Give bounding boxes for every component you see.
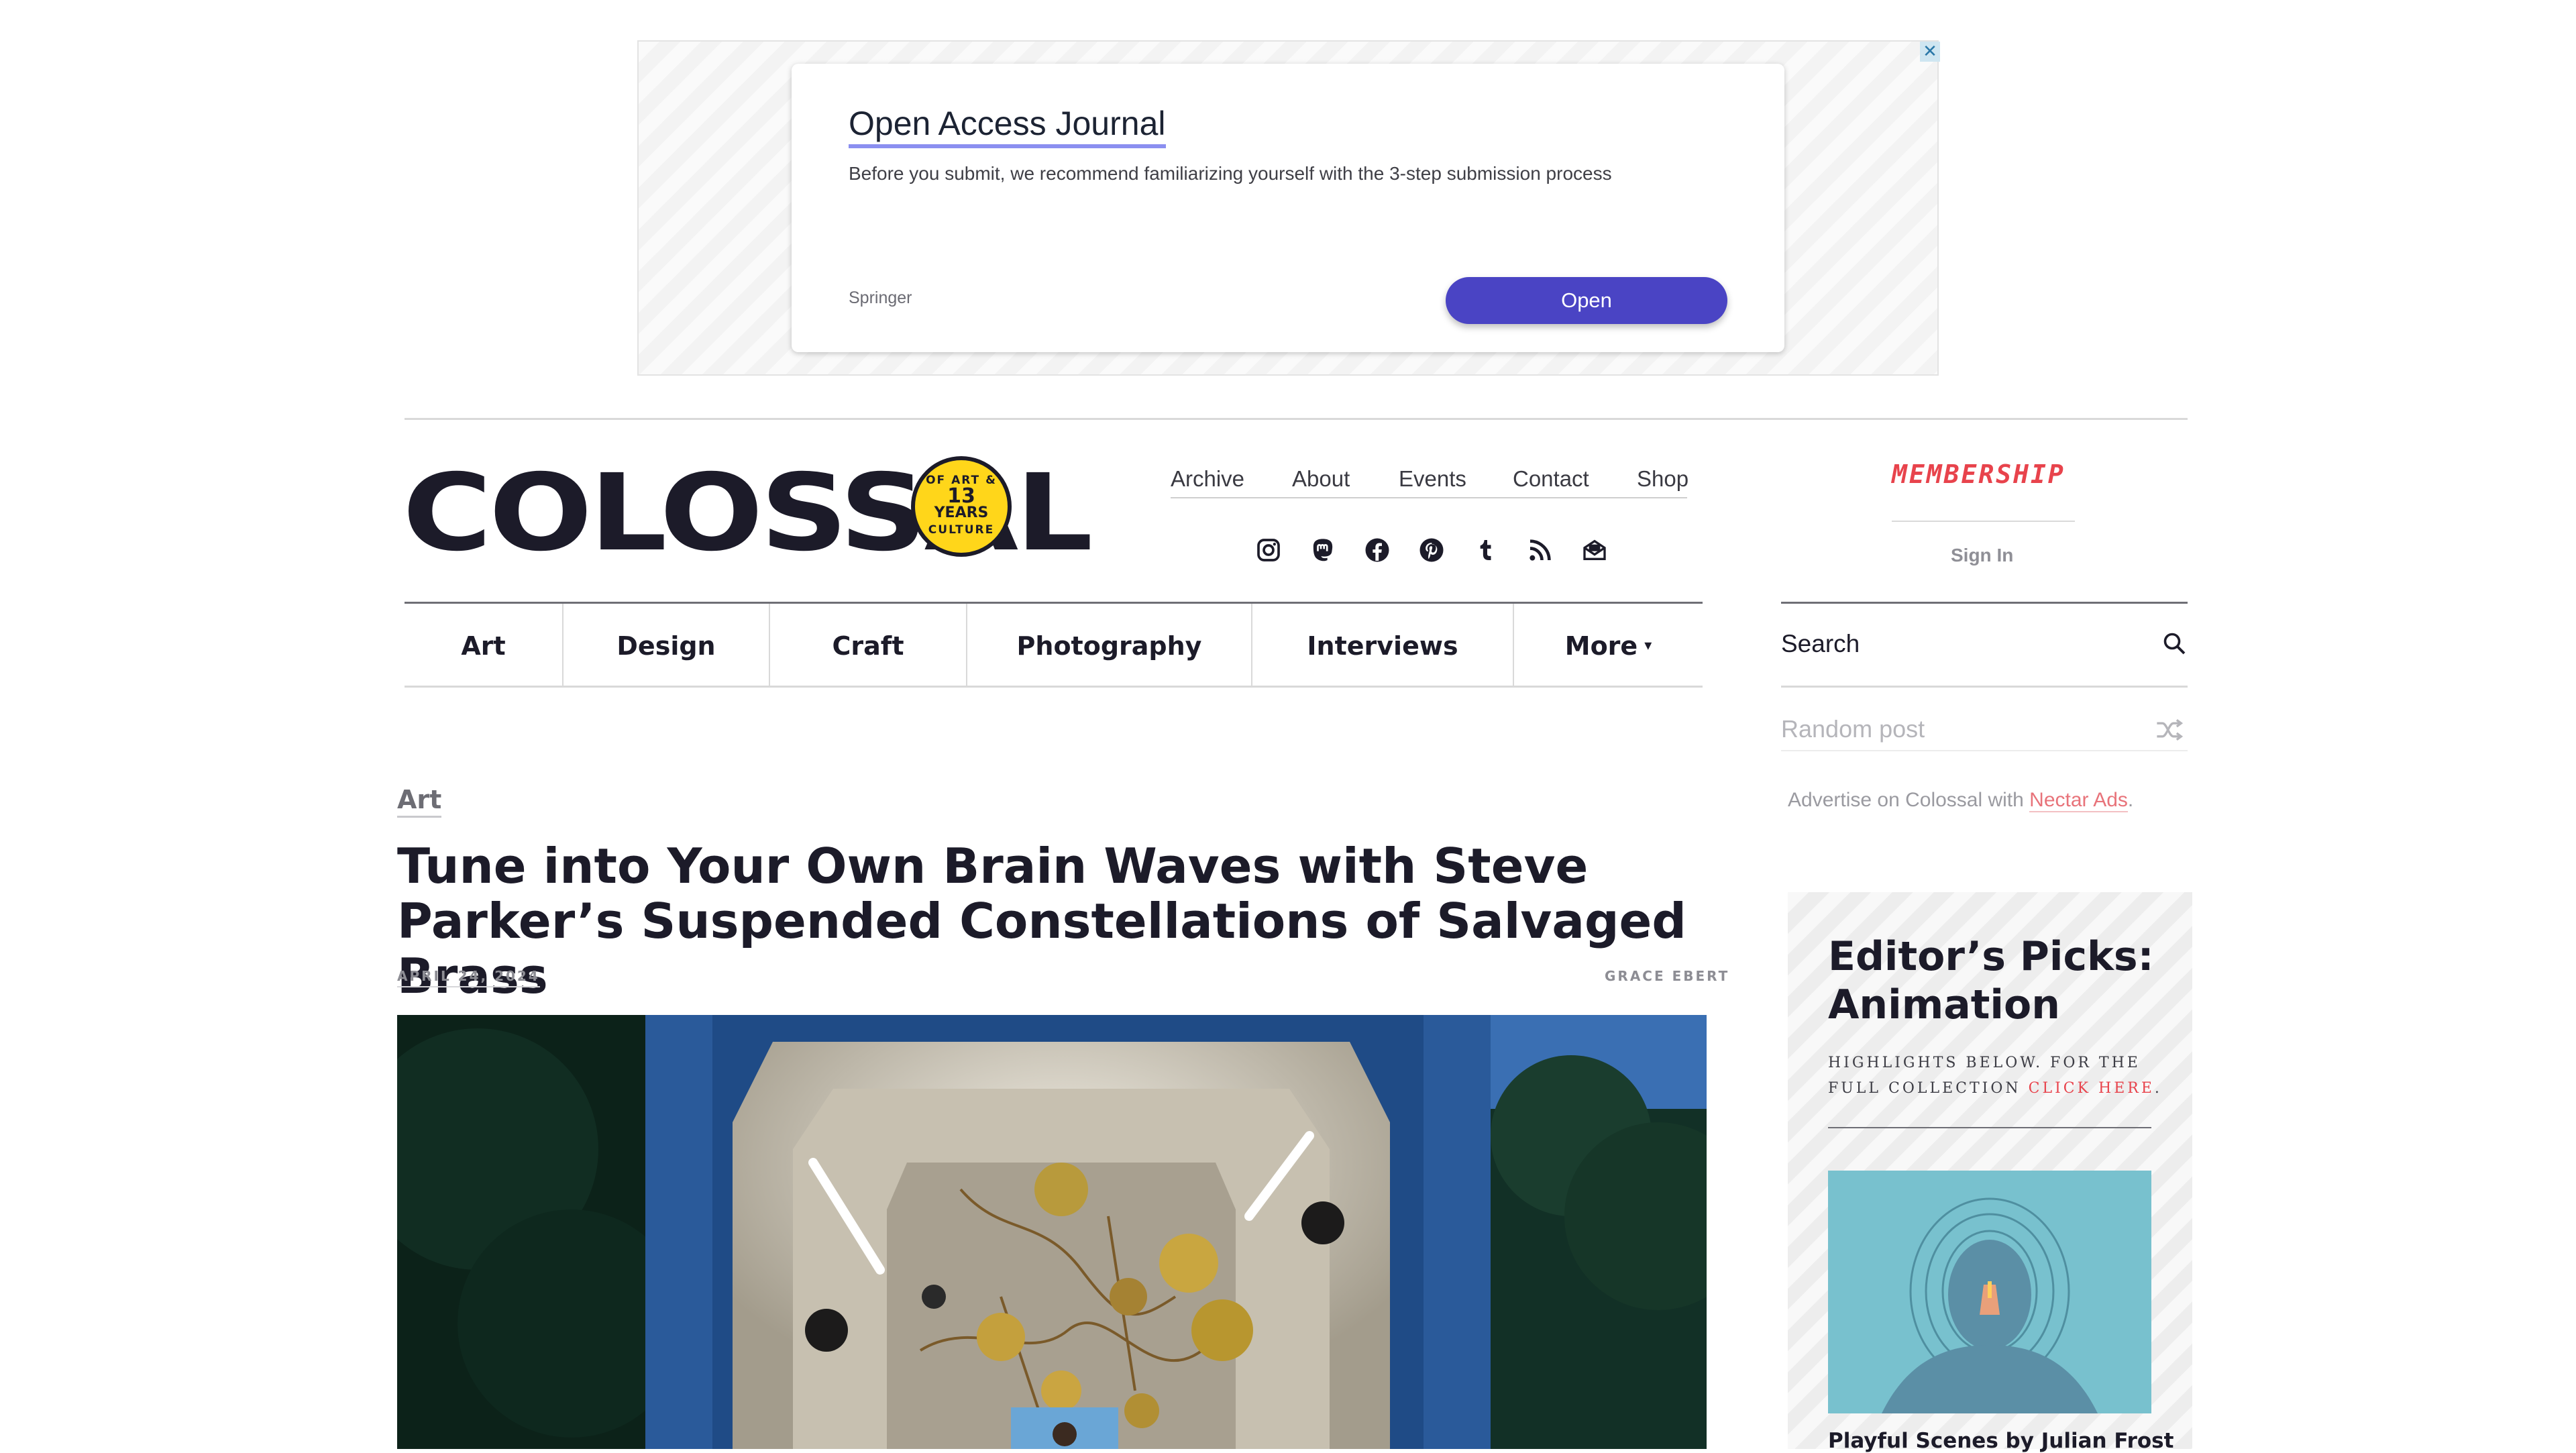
category-photography[interactable]: Photography: [967, 604, 1252, 688]
instagram-icon[interactable]: [1255, 537, 1282, 563]
tumblr-icon[interactable]: [1472, 537, 1499, 563]
chevron-down-icon: ▾: [1644, 637, 1652, 654]
random-post-divider: [1781, 750, 2188, 751]
hero-illustration: [397, 1015, 1707, 1449]
ad-card[interactable]: Open Access Journal Before you submit, w…: [792, 64, 1784, 352]
category-art[interactable]: Art: [405, 604, 564, 688]
category-craft[interactable]: Craft: [770, 604, 967, 688]
category-design[interactable]: Design: [564, 604, 770, 688]
search-bar: [1781, 602, 2188, 688]
badge-number: 13: [947, 484, 975, 508]
editors-picks-subtitle: HIGHLIGHTS BELOW. FOR THE FULL COLLECTIO…: [1828, 1055, 2162, 1097]
newsletter-icon[interactable]: [1581, 537, 1608, 563]
ad-title[interactable]: Open Access Journal: [849, 104, 1166, 148]
full-collection-link[interactable]: CLICK HERE: [2029, 1080, 2155, 1097]
rss-icon[interactable]: [1527, 537, 1554, 563]
header-top-rule: [405, 418, 2188, 420]
editors-picks-panel: Editor’s Picks: Animation HIGHLIGHTS BEL…: [1788, 892, 2192, 1453]
nav-contact[interactable]: Contact: [1513, 466, 1589, 492]
nav-shop[interactable]: Shop: [1637, 466, 1688, 492]
editors-picks-title: Editor’s Picks: Animation: [1828, 933, 2154, 1028]
article-author[interactable]: GRACE EBERT: [1605, 968, 1729, 984]
category-interviews[interactable]: Interviews: [1252, 604, 1514, 688]
category-more[interactable]: More ▾: [1514, 604, 1703, 688]
advertise-note: Advertise on Colossal with Nectar Ads.: [1788, 789, 2134, 812]
article-category[interactable]: Art: [397, 785, 442, 818]
search-icon[interactable]: [2162, 631, 2186, 655]
badge-bottom-text: CULTURE: [928, 523, 995, 537]
editors-pick-thumbnail[interactable]: [1828, 1171, 2151, 1413]
site-logo[interactable]: COLOSSAL OF ART & 13 YEARS CULTURE: [402, 456, 1093, 570]
nav-archive[interactable]: Archive: [1171, 466, 1244, 492]
pinterest-icon[interactable]: [1418, 537, 1445, 563]
sign-in-link[interactable]: Sign In: [1951, 545, 2013, 566]
mastodon-icon[interactable]: [1309, 537, 1336, 563]
ad-description: Before you submit, we recommend familiar…: [849, 163, 1612, 184]
category-nav: Art Design Craft Photography Interviews …: [405, 602, 1703, 688]
membership-divider: [1892, 521, 2075, 522]
top-nav-underline: [1171, 497, 1687, 498]
membership-link[interactable]: MEMBERSHIP: [1892, 460, 2065, 489]
shuffle-icon[interactable]: [2155, 718, 2185, 742]
ad-source: Springer: [849, 288, 912, 307]
badge-years: YEARS: [934, 504, 989, 521]
anniversary-badge: OF ART & 13 YEARS CULTURE: [911, 456, 1012, 557]
article-hero-image[interactable]: [397, 1015, 1707, 1449]
random-post-link[interactable]: Random post: [1781, 715, 1925, 743]
ad-open-button[interactable]: Open: [1446, 277, 1727, 324]
ad-close-icon[interactable]: ✕: [1920, 42, 1940, 62]
facebook-icon[interactable]: [1364, 537, 1391, 563]
article-headline[interactable]: Tune into Your Own Brain Waves with Stev…: [397, 839, 1725, 1004]
nav-about[interactable]: About: [1292, 466, 1350, 492]
nectar-ads-link[interactable]: Nectar Ads: [2029, 789, 2128, 812]
search-input[interactable]: [1781, 624, 2130, 664]
editors-picks-divider: [1828, 1127, 2151, 1128]
pick-illustration: [1828, 1171, 2151, 1413]
nav-events[interactable]: Events: [1399, 466, 1466, 492]
article-date[interactable]: APRIL 24, 2024: [397, 968, 540, 987]
editors-pick-title[interactable]: Playful Scenes by Julian Frost: [1828, 1429, 2174, 1453]
